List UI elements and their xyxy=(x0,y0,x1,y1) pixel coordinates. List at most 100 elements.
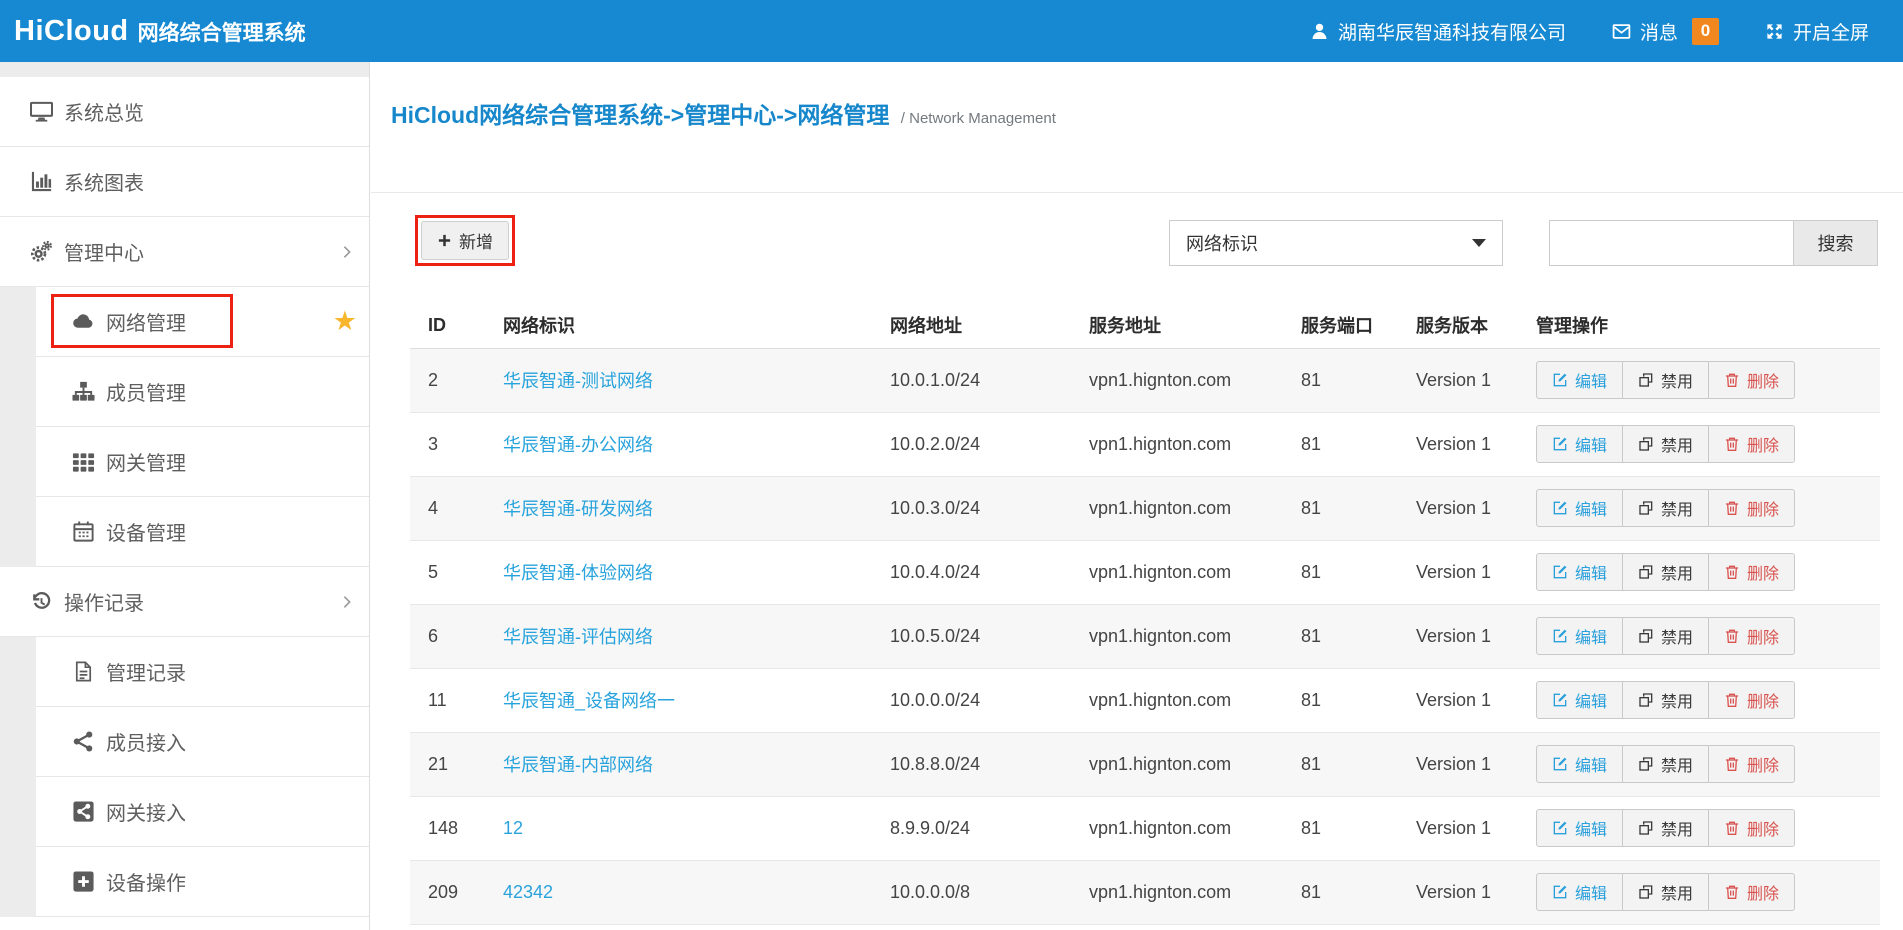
edit-button[interactable]: 编辑 xyxy=(1536,809,1623,847)
search-button[interactable]: 搜索 xyxy=(1793,220,1878,266)
add-button[interactable]: 新增 xyxy=(421,221,509,260)
disable-button[interactable]: 禁用 xyxy=(1622,489,1709,527)
clone-icon xyxy=(1638,628,1654,644)
app-logo[interactable]: HiCloud 网络综合管理系统 xyxy=(14,15,306,48)
network-name-link[interactable]: 华辰智通-研发网络 xyxy=(503,499,653,519)
disable-button-label: 禁用 xyxy=(1661,688,1693,712)
sidebar-item-label: 系统总览 xyxy=(64,97,144,126)
filter-select-value: 网络标识 xyxy=(1186,230,1258,256)
cell-server-version: Version 1 xyxy=(1416,540,1536,604)
clone-icon xyxy=(1638,564,1654,580)
disable-button[interactable]: 禁用 xyxy=(1622,873,1709,911)
delete-button[interactable]: 删除 xyxy=(1708,617,1795,655)
row-action-group: 编辑 禁用删除 xyxy=(1536,553,1795,591)
disable-button[interactable]: 禁用 xyxy=(1622,361,1709,399)
delete-button[interactable]: 删除 xyxy=(1708,873,1795,911)
delete-button-label: 删除 xyxy=(1747,496,1779,520)
disable-button[interactable]: 禁用 xyxy=(1622,617,1709,655)
cell-id: 11 xyxy=(410,668,503,732)
cell-server-address: vpn1.hignton.com xyxy=(1089,796,1301,860)
trash-icon xyxy=(1724,500,1740,516)
row-action-group: 编辑禁用删除 xyxy=(1536,361,1795,399)
edit-button[interactable]: 编辑 xyxy=(1536,873,1623,911)
logo-subtitle: 网络综合管理系统 xyxy=(138,17,306,47)
plus-square-icon xyxy=(72,870,95,893)
account-menu[interactable]: 湖南华辰智通科技有限公司 xyxy=(1310,18,1566,45)
edit-button[interactable]: 编辑 xyxy=(1536,617,1623,655)
cell-server-port: 81 xyxy=(1301,796,1416,860)
edit-button[interactable]: 编辑 xyxy=(1536,425,1623,463)
table-row: 2094234210.0.0.0/8vpn1.hignton.com81Vers… xyxy=(410,860,1880,924)
edit-button[interactable]: 编辑 xyxy=(1536,553,1623,591)
cell-server-address: vpn1.hignton.com xyxy=(1089,540,1301,604)
cell-server-version: Version 1 xyxy=(1416,796,1536,860)
trash-icon xyxy=(1724,692,1740,708)
sidebar-item-charts[interactable]: 系统图表 xyxy=(0,147,369,217)
trash-icon xyxy=(1724,436,1740,452)
delete-button[interactable]: 删除 xyxy=(1708,681,1795,719)
cloud-icon xyxy=(72,310,95,333)
sidebar-item-admin-center[interactable]: 管理中心 xyxy=(0,217,369,287)
cell-id: 21 xyxy=(410,732,503,796)
app-window: HiCloud 网络综合管理系统 湖南华辰智通科技有限公司 消息 0 xyxy=(0,0,1903,930)
edit-button[interactable]: 编辑 xyxy=(1536,361,1623,399)
delete-button[interactable]: 删除 xyxy=(1708,489,1795,527)
cell-server-port: 81 xyxy=(1301,412,1416,476)
sidebar-item-gateway-mgmt[interactable]: 网关管理 xyxy=(36,427,369,497)
edit-button[interactable]: 编辑 xyxy=(1536,745,1623,783)
sidebar-item-device-mgmt[interactable]: 设备管理 xyxy=(36,497,369,567)
delete-button[interactable]: 删除 xyxy=(1708,553,1795,591)
delete-button[interactable]: 删除 xyxy=(1708,361,1795,399)
cell-server-address: vpn1.hignton.com xyxy=(1089,412,1301,476)
cell-server-address: vpn1.hignton.com xyxy=(1089,732,1301,796)
disable-button[interactable]: 禁用 xyxy=(1622,553,1709,591)
cell-network-address: 10.0.2.0/24 xyxy=(890,412,1089,476)
disable-button[interactable]: 禁用 xyxy=(1622,425,1709,463)
search-input[interactable] xyxy=(1549,220,1793,266)
network-name-link[interactable]: 华辰智通_设备网络一 xyxy=(503,691,675,711)
sidebar-item-member-access[interactable]: 成员接入 xyxy=(36,707,369,777)
edit-icon xyxy=(1552,756,1568,772)
network-name-link[interactable]: 华辰智通-办公网络 xyxy=(503,435,653,455)
clone-icon xyxy=(1638,756,1654,772)
delete-button[interactable]: 删除 xyxy=(1708,809,1795,847)
sidebar-item-overview[interactable]: 系统总览 xyxy=(0,77,369,147)
cell-server-address: vpn1.hignton.com xyxy=(1089,348,1301,412)
network-name-link[interactable]: 华辰智通-评估网络 xyxy=(503,627,653,647)
disable-button-label: 禁用 xyxy=(1661,560,1693,584)
sidebar-item-member-mgmt[interactable]: 成员管理 xyxy=(36,357,369,427)
header-right: 湖南华辰智通科技有限公司 消息 0 开启全屏 xyxy=(1310,18,1869,45)
fullscreen-toggle[interactable]: 开启全屏 xyxy=(1765,18,1869,45)
sidebar-item-device-ops[interactable]: 设备操作 xyxy=(36,847,369,917)
edit-icon xyxy=(1552,564,1568,580)
sidebar-item-op-records[interactable]: 操作记录 xyxy=(0,567,369,637)
delete-button-label: 删除 xyxy=(1747,752,1779,776)
sidebar-item-network-mgmt[interactable]: 网络管理★ xyxy=(36,287,369,357)
edit-icon xyxy=(1552,436,1568,452)
delete-button[interactable]: 删除 xyxy=(1708,425,1795,463)
cell-actions: 编辑禁用 删除 xyxy=(1536,476,1880,540)
network-name-link[interactable]: 华辰智通-测试网络 xyxy=(503,371,653,391)
cell-actions: 编辑 禁用删除 xyxy=(1536,540,1880,604)
sidebar-item-admin-records[interactable]: 管理记录 xyxy=(36,637,369,707)
network-name-link[interactable]: 42342 xyxy=(503,882,553,902)
row-action-group: 编辑禁用 删除 xyxy=(1536,489,1795,527)
messages-count-badge: 0 xyxy=(1692,18,1719,45)
disable-button[interactable]: 禁用 xyxy=(1622,745,1709,783)
network-name-link[interactable]: 12 xyxy=(503,818,523,838)
disable-button[interactable]: 禁用 xyxy=(1622,681,1709,719)
disable-button[interactable]: 禁用 xyxy=(1622,809,1709,847)
edit-button[interactable]: 编辑 xyxy=(1536,489,1623,527)
cell-server-version: Version 1 xyxy=(1416,476,1536,540)
network-name-link[interactable]: 华辰智通-内部网络 xyxy=(503,755,653,775)
network-name-link[interactable]: 华辰智通-体验网络 xyxy=(503,563,653,583)
cell-id: 2 xyxy=(410,348,503,412)
filter-select[interactable]: 网络标识 xyxy=(1169,220,1503,266)
clone-icon xyxy=(1638,436,1654,452)
sidebar-item-gateway-access[interactable]: 网关接入 xyxy=(36,777,369,847)
trash-icon xyxy=(1724,564,1740,580)
cell-network-name: 华辰智通-评估网络 xyxy=(503,604,890,668)
edit-button[interactable]: 编辑 xyxy=(1536,681,1623,719)
messages-menu[interactable]: 消息 0 xyxy=(1612,18,1719,45)
delete-button[interactable]: 删除 xyxy=(1708,745,1795,783)
